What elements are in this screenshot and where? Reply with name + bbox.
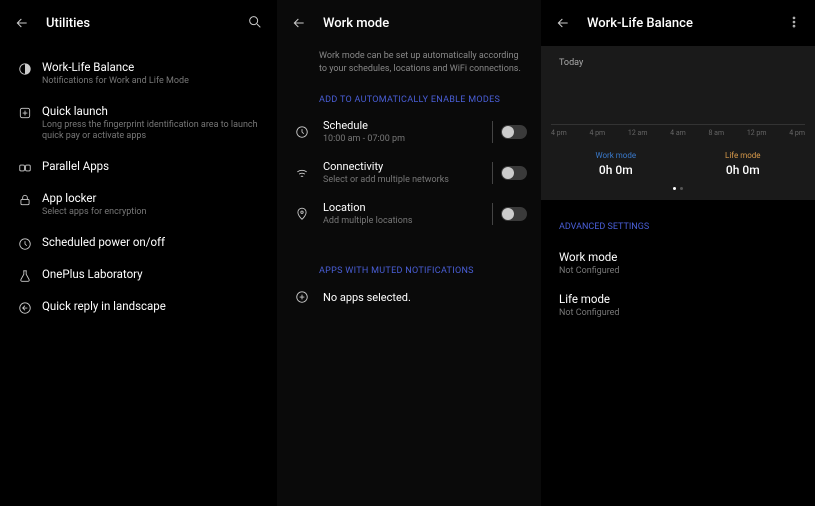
- advanced-settings: ADVANCED SETTINGS Work mode Not Configur…: [541, 214, 815, 334]
- sidebar-item-scheduled-power[interactable]: Scheduled power on/off: [0, 227, 277, 259]
- item-title: Work-Life Balance: [42, 60, 189, 74]
- sidebar-item-parallel-apps[interactable]: Parallel Apps: [0, 151, 277, 183]
- item-title: Parallel Apps: [42, 159, 109, 173]
- sidebar-item-oneplus-lab[interactable]: OnePlus Laboratory: [0, 259, 277, 291]
- search-icon[interactable]: [247, 14, 263, 33]
- divider: [492, 162, 493, 184]
- utilities-list: Work-Life Balance Notifications for Work …: [0, 46, 277, 329]
- divider: [492, 203, 493, 225]
- toggle-subtitle: Select or add multiple networks: [323, 175, 484, 185]
- utilities-panel: Utilities Work-Life Balance Notifications…: [0, 0, 277, 506]
- schedule-switch[interactable]: [501, 125, 527, 139]
- flask-icon: [14, 269, 36, 283]
- tick: 4 pm: [589, 129, 605, 137]
- sidebar-item-work-life-balance[interactable]: Work-Life Balance Notifications for Work …: [0, 52, 277, 96]
- location-switch[interactable]: [501, 207, 527, 221]
- balance-icon: [14, 62, 36, 76]
- clock-icon: [291, 125, 313, 139]
- chart-axis: 4 pm 4 pm 12 am 4 am 8 am 12 pm 4 pm: [551, 124, 805, 137]
- dot[interactable]: [680, 187, 683, 190]
- tick: 4 am: [670, 129, 686, 137]
- page-dots: [551, 187, 805, 190]
- chart-stats: Work mode 0h 0m Life mode 0h 0m: [551, 151, 805, 177]
- back-icon[interactable]: [555, 15, 571, 31]
- lock-icon: [14, 193, 36, 207]
- quick-launch-icon: [14, 106, 36, 120]
- tick: 12 pm: [747, 129, 767, 137]
- sidebar-item-quick-reply[interactable]: Quick reply in landscape: [0, 291, 277, 323]
- stat-work-label: Work mode: [595, 151, 636, 160]
- no-apps-text: No apps selected.: [323, 291, 527, 304]
- utilities-title: Utilities: [46, 16, 90, 31]
- sidebar-item-quick-launch[interactable]: Quick launch Long press the fingerprint i…: [0, 96, 277, 151]
- location-icon: [291, 207, 313, 221]
- toggle-subtitle: 10:00 am - 07:00 pm: [323, 134, 484, 144]
- toggle-schedule[interactable]: Schedule 10:00 am - 07:00 pm: [277, 111, 541, 152]
- item-subtitle: Notifications for Work and Life Mode: [42, 76, 189, 88]
- stat-life-value: 0h 0m: [725, 163, 761, 177]
- clock-icon: [14, 237, 36, 251]
- connectivity-switch[interactable]: [501, 166, 527, 180]
- tick: 12 am: [628, 129, 648, 137]
- item-title: Quick launch: [42, 104, 263, 118]
- balance-header: Work-Life Balance: [541, 0, 815, 46]
- dot[interactable]: [673, 187, 676, 190]
- work-mode-title: Work mode: [323, 16, 389, 31]
- back-icon[interactable]: [291, 15, 307, 31]
- stat-work: Work mode 0h 0m: [595, 151, 636, 177]
- toggle-title: Connectivity: [323, 160, 484, 173]
- section-auto-enable: ADD TO AUTOMATICALLY ENABLE MODES: [277, 85, 541, 111]
- toggle-location[interactable]: Location Add multiple locations: [277, 193, 541, 234]
- back-icon[interactable]: [14, 15, 30, 31]
- item-subtitle: Long press the fingerprint identificatio…: [42, 120, 263, 143]
- item-title: Quick reply in landscape: [42, 299, 166, 313]
- work-mode-panel: Work mode Work mode can be set up automa…: [277, 0, 541, 506]
- kebab-icon[interactable]: [787, 15, 801, 32]
- adv-work-mode[interactable]: Work mode Not Configured: [559, 242, 797, 284]
- add-apps-row[interactable]: No apps selected.: [277, 282, 541, 312]
- stat-life: Life mode 0h 0m: [725, 151, 761, 177]
- adv-title: Work mode: [559, 250, 797, 264]
- tick: 4 pm: [789, 129, 805, 137]
- parallel-apps-icon: [14, 161, 36, 175]
- section-muted-apps: APPS WITH MUTED NOTIFICATIONS: [277, 256, 541, 282]
- toggle-title: Location: [323, 201, 484, 214]
- tick: 8 am: [709, 129, 725, 137]
- adv-subtitle: Not Configured: [559, 266, 797, 276]
- work-mode-description: Work mode can be set up automatically ac…: [277, 46, 541, 85]
- item-subtitle: Select apps for encryption: [42, 207, 147, 219]
- item-title: App locker: [42, 191, 147, 205]
- adv-life-mode[interactable]: Life mode Not Configured: [559, 284, 797, 326]
- plus-circle-icon: [291, 290, 313, 304]
- divider: [492, 121, 493, 143]
- toggle-connectivity[interactable]: Connectivity Select or add multiple netwo…: [277, 152, 541, 193]
- advanced-label: ADVANCED SETTINGS: [559, 222, 797, 232]
- balance-panel: Work-Life Balance Today 4 pm 4 pm 12 am …: [541, 0, 815, 506]
- balance-title: Work-Life Balance: [587, 16, 693, 31]
- wifi-icon: [291, 166, 313, 180]
- adv-title: Life mode: [559, 292, 797, 306]
- toggle-subtitle: Add multiple locations: [323, 216, 484, 226]
- item-title: Scheduled power on/off: [42, 235, 165, 249]
- stat-life-label: Life mode: [725, 151, 761, 160]
- toggle-title: Schedule: [323, 119, 484, 132]
- stat-work-value: 0h 0m: [595, 163, 636, 177]
- item-title: OnePlus Laboratory: [42, 267, 143, 281]
- tick: 4 pm: [551, 129, 567, 137]
- utilities-header: Utilities: [0, 0, 277, 46]
- chart-today-label: Today: [559, 58, 805, 68]
- reply-icon: [14, 301, 36, 315]
- work-mode-header: Work mode: [277, 0, 541, 46]
- adv-subtitle: Not Configured: [559, 308, 797, 318]
- sidebar-item-app-locker[interactable]: App locker Select apps for encryption: [0, 183, 277, 227]
- usage-chart: Today 4 pm 4 pm 12 am 4 am 8 am 12 pm 4 …: [541, 46, 815, 200]
